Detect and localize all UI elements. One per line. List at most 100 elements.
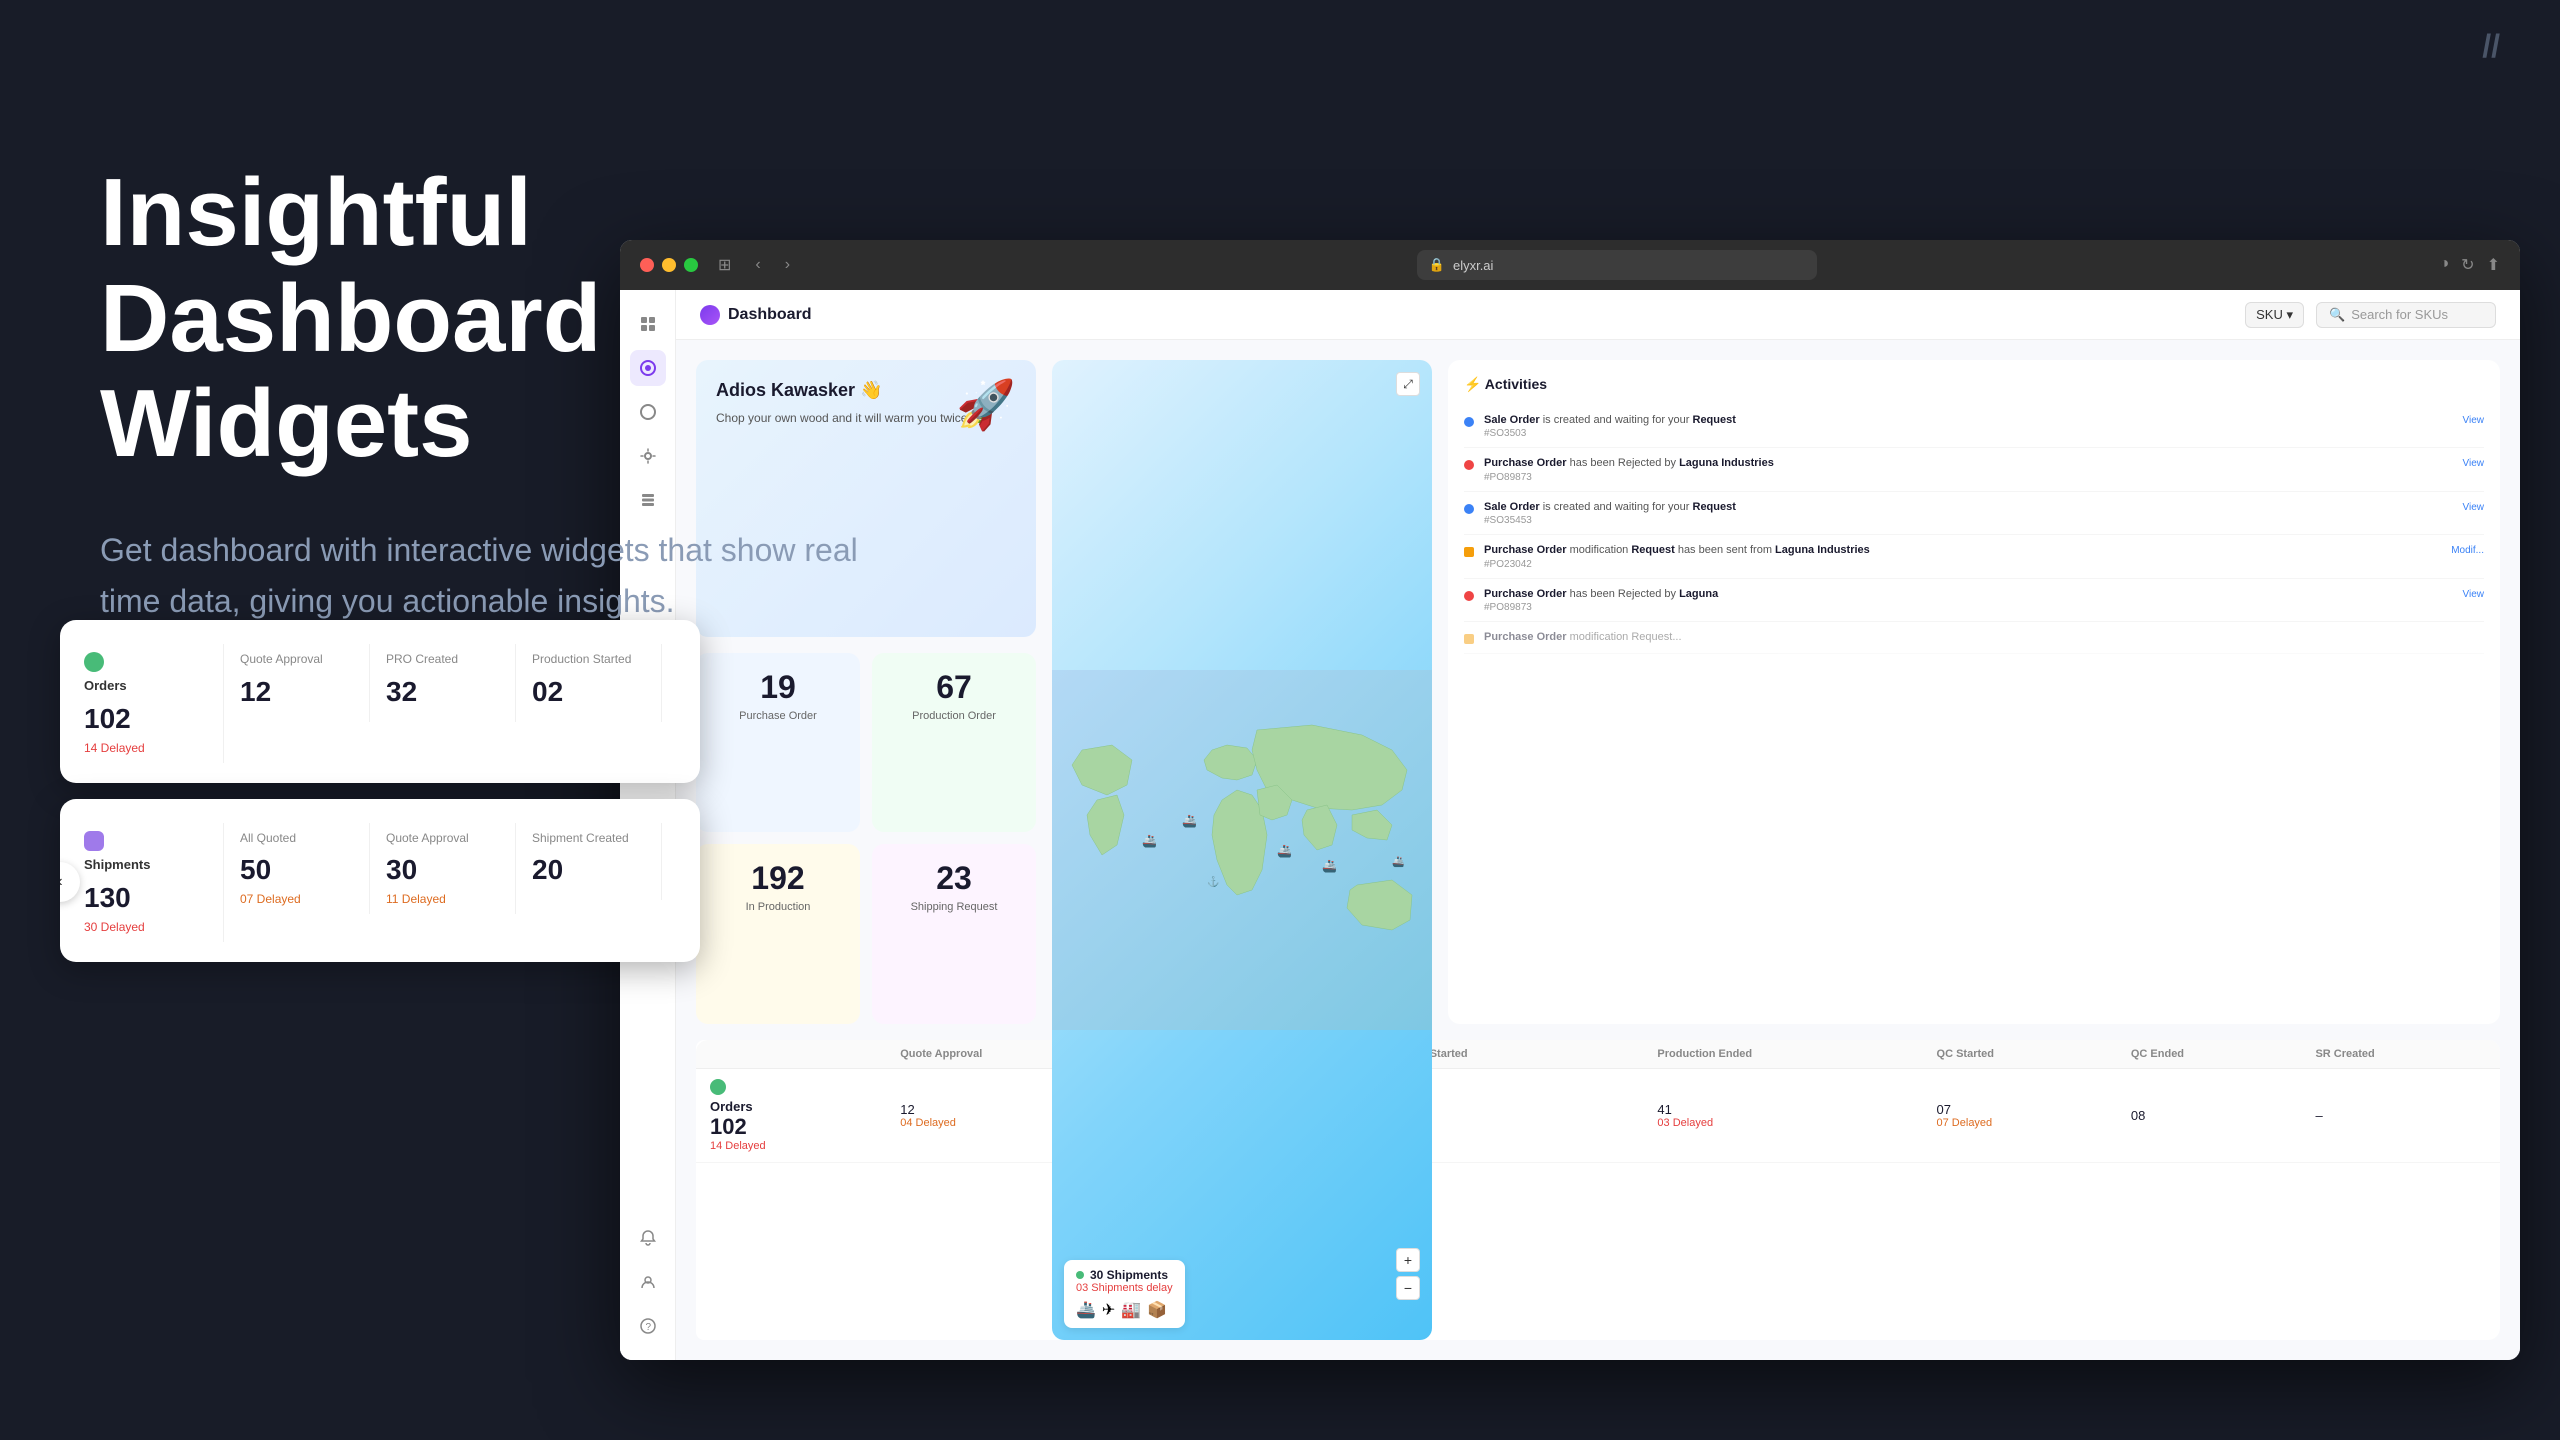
shipments-widget-card: ‹ Shipments 130 30 Delayed All Quoted 50…	[60, 799, 700, 962]
zoom-out-button[interactable]: −	[1396, 1276, 1420, 1300]
activity-item-6: Purchase Order modification Request...	[1464, 622, 2484, 654]
activity-view-4[interactable]: Modif...	[2451, 543, 2484, 569]
left-content-area: Insightful Dashboard Widgets Get dashboa…	[100, 160, 1000, 627]
orders-main-col: Orders 102 14 Delayed	[84, 644, 224, 763]
shipments-scroll-row: Shipments 130 30 Delayed All Quoted 50 0…	[84, 823, 676, 942]
shipments-delayed: 30 Delayed	[84, 920, 203, 934]
zoom-in-button[interactable]: +	[1396, 1248, 1420, 1272]
page-title: Insightful Dashboard Widgets	[100, 160, 1000, 477]
table-row-orders: Orders 102 14 Delayed 12 04 Delayed 32	[696, 1069, 2500, 1163]
sku-dropdown[interactable]: SKU ▾	[2245, 302, 2304, 328]
shipments-col-2: Quote Approval 30 11 Delayed	[386, 823, 516, 915]
top-bar-controls: SKU ▾ 🔍 Search for SKUs	[2245, 302, 2496, 328]
activity-item-4: Purchase Order modification Request has …	[1464, 535, 2484, 578]
svg-text:🚢: 🚢	[1277, 844, 1292, 858]
stat-inprod-value: 192	[712, 860, 844, 897]
stats-grid: 19 Purchase Order 67 Production Order 19…	[696, 653, 1036, 1025]
map-expand-button[interactable]: ⤢	[1396, 372, 1420, 396]
stat-in-production: 192 In Production	[696, 844, 860, 1024]
orders-col-3-value: 02	[532, 676, 645, 708]
orders-row-label: Orders	[710, 1099, 872, 1114]
map-card: 🚢 🚢 🚢 🚢 ⚓ 🚢 ⤢	[1052, 360, 1432, 1340]
activity-item-3: Sale Order is created and waiting for yo…	[1464, 492, 2484, 535]
sidebar-item-question[interactable]: ?	[630, 1308, 666, 1344]
orders-label: Orders	[84, 678, 203, 695]
activity-text-3: Sale Order is created and waiting for yo…	[1484, 500, 2453, 515]
sidebar-item-bell[interactable]	[630, 1220, 666, 1256]
activity-item-2: Purchase Order has been Rejected by Lagu…	[1464, 448, 2484, 491]
activity-item-1: Sale Order is created and waiting for yo…	[1464, 405, 2484, 448]
pipeline-header-qc-ended: QC Ended	[2117, 1040, 2302, 1069]
stat-shipping-request: 23 Shipping Request	[872, 844, 1036, 1024]
widget-cards-area: Orders 102 14 Delayed Quote Approval 12 …	[60, 620, 700, 978]
sku-label: SKU	[2256, 307, 2283, 322]
activity-item-5: Purchase Order has been Rejected by Lagu…	[1464, 579, 2484, 622]
orders-col-2-label: PRO Created	[386, 652, 499, 668]
orders-pe-delayed: 03 Delayed	[1657, 1117, 1908, 1129]
activity-dot-1	[1464, 417, 1474, 427]
orders-col-qc-started: 07 07 Delayed	[1923, 1069, 2117, 1163]
activity-ref-4: #PO23042	[1484, 559, 2441, 570]
map-zoom-controls: + −	[1396, 1248, 1420, 1300]
activity-dot-2	[1464, 460, 1474, 470]
shipments-col-3-value: 20	[532, 854, 645, 886]
orders-row-count: 102	[710, 1114, 872, 1140]
search-icon: 🔍	[2329, 307, 2345, 323]
pipeline-table-inner: Quote Approval PRO Created Production St…	[696, 1040, 2500, 1163]
shipments-col-3: Shipment Created 20	[532, 823, 662, 901]
orders-col-prod-ended: 41 03 Delayed	[1643, 1069, 1922, 1163]
orders-scroll-row: Orders 102 14 Delayed Quote Approval 12 …	[84, 644, 676, 763]
activity-view-1[interactable]: View	[2463, 413, 2485, 439]
stat-prod-label: Production Order	[888, 710, 1020, 722]
stat-inprod-label: In Production	[712, 901, 844, 913]
activity-view-2[interactable]: View	[2463, 456, 2485, 482]
sidebar-item-user[interactable]	[630, 1264, 666, 1300]
activity-view-3[interactable]: View	[2463, 500, 2485, 526]
activity-ref-1: #SO3503	[1484, 428, 2453, 439]
orders-row-delayed: 14 Delayed	[710, 1140, 872, 1152]
svg-text:🚢: 🚢	[1322, 859, 1337, 873]
activity-dot-4	[1464, 547, 1474, 557]
page-subtitle: Get dashboard with interactive widgets t…	[100, 525, 860, 627]
activity-view-5[interactable]: View	[2463, 587, 2485, 613]
share-icon[interactable]: ⬆	[2487, 255, 2500, 275]
pipeline-header-prod-ended: Production Ended	[1643, 1040, 1922, 1069]
orders-col-1-label: Quote Approval	[240, 652, 353, 668]
theme-toggle-icon[interactable]: ◑	[2440, 255, 2450, 275]
orders-qcs-delayed: 07 Delayed	[1937, 1117, 2103, 1129]
reload-icon[interactable]: ↻	[2461, 255, 2474, 275]
shipments-col-3-label: Shipment Created	[532, 831, 645, 847]
svg-text:🚢: 🚢	[1182, 814, 1197, 828]
shipments-col-2-label: Quote Approval	[386, 831, 499, 847]
shipments-col-1-label: All Quoted	[240, 831, 353, 847]
svg-text:⚓: ⚓	[1207, 875, 1219, 888]
activity-text-5: Purchase Order has been Rejected by Lagu…	[1484, 587, 2453, 602]
address-bar[interactable]: 🔒 elyxr.ai	[1417, 250, 1817, 280]
orders-col-1: Quote Approval 12	[240, 644, 370, 722]
map-area: 🚢 🚢 🚢 🚢 ⚓ 🚢 ⤢	[1052, 360, 1432, 1340]
orders-delayed: 14 Delayed	[84, 741, 203, 755]
url-text: elyxr.ai	[1453, 258, 1493, 273]
activities-title: ⚡ Activities	[1464, 376, 2484, 393]
svg-text:🚢: 🚢	[1142, 834, 1157, 848]
stat-production-order: 67 Production Order	[872, 653, 1036, 833]
activity-text-6: Purchase Order modification Request...	[1484, 630, 2484, 645]
stat-prod-value: 67	[888, 669, 1020, 706]
activity-ref-5: #PO89873	[1484, 602, 2453, 613]
stat-purchase-order: 19 Purchase Order	[696, 653, 860, 833]
stat-ship-value: 23	[888, 860, 1020, 897]
activity-text-2: Purchase Order has been Rejected by Lagu…	[1484, 456, 2453, 471]
stat-po-label: Purchase Order	[712, 710, 844, 722]
shipments-main-col: Shipments 130 30 Delayed	[84, 823, 224, 942]
svg-text:🚢: 🚢	[1392, 856, 1404, 868]
activity-dot-6	[1464, 634, 1474, 644]
search-bar[interactable]: 🔍 Search for SKUs	[2316, 302, 2496, 328]
orders-col-1-value: 12	[240, 676, 353, 708]
shipments-icon	[84, 831, 104, 851]
prev-arrow[interactable]: ‹	[60, 862, 80, 902]
activities-panel: ⚡ Activities Sale Order is created and w…	[1448, 360, 2500, 1024]
map-shipments-info: 30 Shipments 03 Shipments delay 🚢 ✈ 🏭 📦	[1064, 1260, 1185, 1328]
pipeline-header-qc-started: QC Started	[1923, 1040, 2117, 1069]
stat-po-value: 19	[712, 669, 844, 706]
shipments-col-1-delayed: 07 Delayed	[240, 892, 353, 906]
